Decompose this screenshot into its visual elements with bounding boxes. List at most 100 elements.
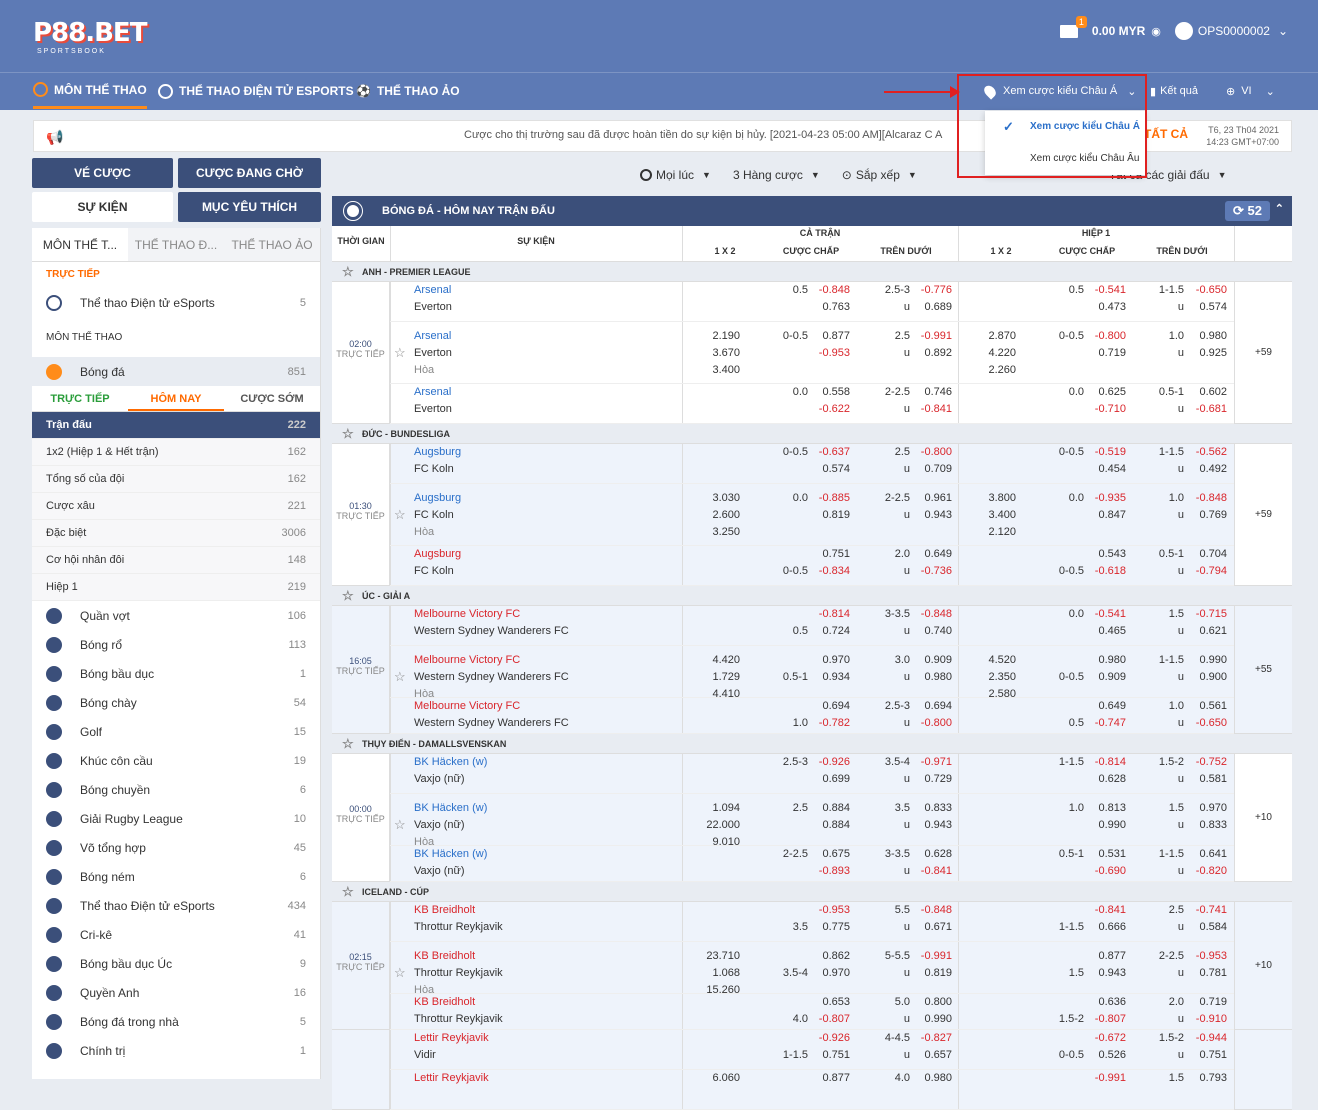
- odds-total[interactable]: 0.689: [912, 299, 952, 316]
- live-item[interactable]: Thể thao Điện tử eSports 5: [32, 288, 320, 317]
- more-markets-link[interactable]: +10: [1234, 754, 1292, 882]
- odds-1x2[interactable]: 1.068: [682, 965, 740, 982]
- odds-half-total[interactable]: 0.833: [1187, 817, 1227, 834]
- sidebar-item-sport[interactable]: Chính trị 1: [32, 1036, 320, 1065]
- odds-half-total[interactable]: 0.641: [1187, 846, 1227, 863]
- odds-handicap[interactable]: -0.807: [810, 1011, 850, 1028]
- odds-handicap[interactable]: -0.814: [810, 606, 850, 623]
- odds-half-handicap[interactable]: 0.943: [1086, 965, 1126, 982]
- away-team[interactable]: Vaxjo (nữ): [414, 863, 465, 880]
- odds-half-total[interactable]: -0.794: [1187, 563, 1227, 580]
- home-team[interactable]: BK Häcken (w): [414, 800, 487, 817]
- odds-handicap[interactable]: 0.970: [810, 965, 850, 982]
- odds-1x2[interactable]: 4.420: [682, 652, 740, 669]
- odds-handicap[interactable]: 0.877: [810, 328, 850, 345]
- refresh-count[interactable]: ⟳ 52: [1225, 201, 1270, 221]
- home-team[interactable]: BK Häcken (w): [414, 754, 487, 771]
- away-team[interactable]: Vaxjo (nữ): [414, 817, 465, 834]
- odds-half-total[interactable]: -0.562: [1187, 444, 1227, 461]
- odds-half-1x2[interactable]: 3.400: [958, 507, 1016, 524]
- odds-half-handicap[interactable]: -0.747: [1086, 715, 1126, 732]
- away-team[interactable]: FC Koln: [414, 563, 454, 580]
- odds-half-total[interactable]: -0.910: [1187, 1011, 1227, 1028]
- odds-half-total[interactable]: -0.953: [1187, 948, 1227, 965]
- odds-handicap[interactable]: 0.934: [810, 669, 850, 686]
- odds-handicap[interactable]: 0.763: [810, 299, 850, 316]
- home-team[interactable]: Melbourne Victory FC: [414, 652, 520, 669]
- home-team[interactable]: Melbourne Victory FC: [414, 606, 520, 623]
- user-icon[interactable]: [1174, 22, 1193, 40]
- nav-esports[interactable]: THỂ THAO ĐIỆN TỬ ESPORTS: [158, 73, 354, 109]
- away-team[interactable]: FC Koln: [414, 461, 454, 478]
- home-team[interactable]: KB Breidholt: [414, 902, 475, 919]
- category-item[interactable]: Trận đấu 222: [32, 412, 320, 439]
- sidebar-item-sport[interactable]: Bóng rổ 113: [32, 630, 320, 659]
- home-team[interactable]: Arsenal: [414, 282, 451, 299]
- odds-1x2[interactable]: 1.729: [682, 669, 740, 686]
- sidebar-item-sport[interactable]: Quần vợt 106: [32, 601, 320, 630]
- odds-handicap[interactable]: -0.953: [810, 902, 850, 919]
- league-header[interactable]: THỤY ĐIỂN - DAMALLSVENSKAN: [332, 734, 1292, 754]
- odds-handicap[interactable]: 0.970: [810, 652, 850, 669]
- odds-total[interactable]: 0.961: [912, 490, 952, 507]
- odds-total[interactable]: 0.649: [912, 546, 952, 563]
- odds-handicap[interactable]: -0.893: [810, 863, 850, 880]
- odds-half-total[interactable]: -0.752: [1187, 754, 1227, 771]
- odds-half-handicap[interactable]: -0.710: [1086, 401, 1126, 418]
- home-team[interactable]: Augsburg: [414, 444, 461, 461]
- sidebar-item-sport[interactable]: Khúc côn cầu 19: [32, 746, 320, 775]
- category-item[interactable]: Cơ hội nhân đôi 148: [32, 547, 320, 574]
- odds-handicap[interactable]: 0.884: [810, 817, 850, 834]
- odds-total[interactable]: -0.800: [912, 715, 952, 732]
- home-team[interactable]: Arsenal: [414, 384, 451, 401]
- odds-half-1x2[interactable]: 2.120: [958, 524, 1016, 541]
- odds-total[interactable]: -0.991: [912, 328, 952, 345]
- home-team[interactable]: BK Häcken (w): [414, 846, 487, 863]
- odds-total[interactable]: 0.943: [912, 507, 952, 524]
- odds-handicap[interactable]: 0.558: [810, 384, 850, 401]
- odds-half-total[interactable]: -0.944: [1187, 1030, 1227, 1047]
- odds-half-handicap[interactable]: 0.847: [1086, 507, 1126, 524]
- sidebar-item-sport[interactable]: Thể thao Điện tử eSports 434: [32, 891, 320, 920]
- odds-handicap[interactable]: -0.637: [810, 444, 850, 461]
- odds-handicap[interactable]: -0.834: [810, 563, 850, 580]
- sidebar-item-sport[interactable]: Võ tổng hợp 45: [32, 833, 320, 862]
- category-item[interactable]: 1x2 (Hiệp 1 & Hết trận) 162: [32, 439, 320, 466]
- odds-1x2[interactable]: 23.710: [682, 948, 740, 965]
- odds-total[interactable]: -0.736: [912, 563, 952, 580]
- odds-total[interactable]: 0.909: [912, 652, 952, 669]
- odds-half-total[interactable]: 0.719: [1187, 994, 1227, 1011]
- odds-half-total[interactable]: 0.900: [1187, 669, 1227, 686]
- events-button[interactable]: SỰ KIỆN: [32, 192, 173, 222]
- league-header[interactable]: ICELAND - CÚP: [332, 882, 1292, 902]
- pending-bets-button[interactable]: CƯỢC ĐANG CHỜ: [178, 158, 321, 188]
- favorite-star-icon[interactable]: ☆: [394, 507, 406, 523]
- odds-half-handicap[interactable]: 0.813: [1086, 800, 1126, 817]
- odds-half-handicap[interactable]: -0.814: [1086, 754, 1126, 771]
- odds-half-handicap[interactable]: 0.980: [1086, 652, 1126, 669]
- odds-handicap[interactable]: -0.926: [810, 1030, 850, 1047]
- odds-half-handicap[interactable]: 0.666: [1086, 919, 1126, 936]
- odds-handicap[interactable]: -0.953: [810, 345, 850, 362]
- results-link[interactable]: ▮ Kết quả: [1150, 73, 1198, 109]
- sidebar-item-sport[interactable]: Bóng bầu dục Úc 9: [32, 949, 320, 978]
- sidebar-item-football[interactable]: Bóng đá 851: [32, 357, 320, 386]
- favorite-star-icon[interactable]: ☆: [394, 345, 406, 361]
- odds-handicap[interactable]: 0.884: [810, 800, 850, 817]
- nav-virtual[interactable]: ⚽ THỂ THAO ẢO: [356, 73, 460, 109]
- odds-handicap[interactable]: 0.862: [810, 948, 850, 965]
- sidebar-tab-1[interactable]: THỂ THAO Đ...: [128, 228, 224, 261]
- odds-handicap[interactable]: 0.775: [810, 919, 850, 936]
- favorite-star-icon[interactable]: ☆: [394, 965, 406, 981]
- odds-total[interactable]: 0.819: [912, 965, 952, 982]
- odds-half-total[interactable]: 0.621: [1187, 623, 1227, 640]
- favorites-button[interactable]: MỤC YÊU THÍCH: [178, 192, 321, 222]
- odds-handicap[interactable]: 0.751: [810, 1047, 850, 1064]
- odds-half-handicap[interactable]: 0.543: [1086, 546, 1126, 563]
- odds-total[interactable]: 0.892: [912, 345, 952, 362]
- odds-handicap[interactable]: 0.819: [810, 507, 850, 524]
- odds-total[interactable]: 0.833: [912, 800, 952, 817]
- subtab-0[interactable]: TRỰC TIẾP: [32, 386, 128, 411]
- category-item[interactable]: Đặc biệt 3006: [32, 520, 320, 547]
- odds-half-total[interactable]: -0.715: [1187, 606, 1227, 623]
